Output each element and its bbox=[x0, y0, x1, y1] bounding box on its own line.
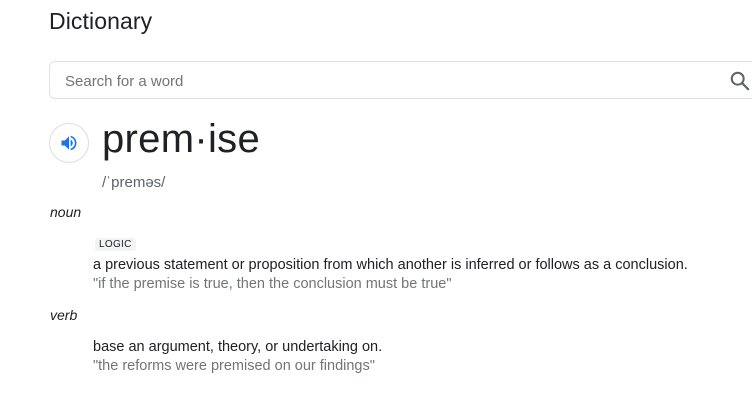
phonetic-spelling: /ˈpreməs/ bbox=[102, 174, 166, 191]
pronunciation-audio-button[interactable] bbox=[49, 123, 89, 163]
definition-text: a previous statement or proposition from… bbox=[93, 257, 688, 273]
headword: prem·ise bbox=[102, 117, 260, 161]
subject-label-tag: LOGIC bbox=[95, 238, 136, 251]
definition-text: base an argument, theory, or undertaking… bbox=[93, 339, 383, 355]
part-of-speech-noun: noun bbox=[50, 204, 82, 220]
search-box[interactable] bbox=[49, 61, 752, 99]
example-sentence: "the reforms were premised on our findin… bbox=[93, 358, 375, 374]
dictionary-page: Dictionary prem·ise /ˈpreməs/ noun LOGIC… bbox=[0, 0, 752, 405]
example-sentence: "if the premise is true, then the conclu… bbox=[93, 276, 452, 292]
page-title: Dictionary bbox=[49, 8, 153, 34]
speaker-icon bbox=[61, 135, 77, 151]
part-of-speech-verb: verb bbox=[50, 307, 78, 323]
search-input[interactable] bbox=[65, 70, 705, 92]
search-icon[interactable] bbox=[729, 70, 751, 92]
